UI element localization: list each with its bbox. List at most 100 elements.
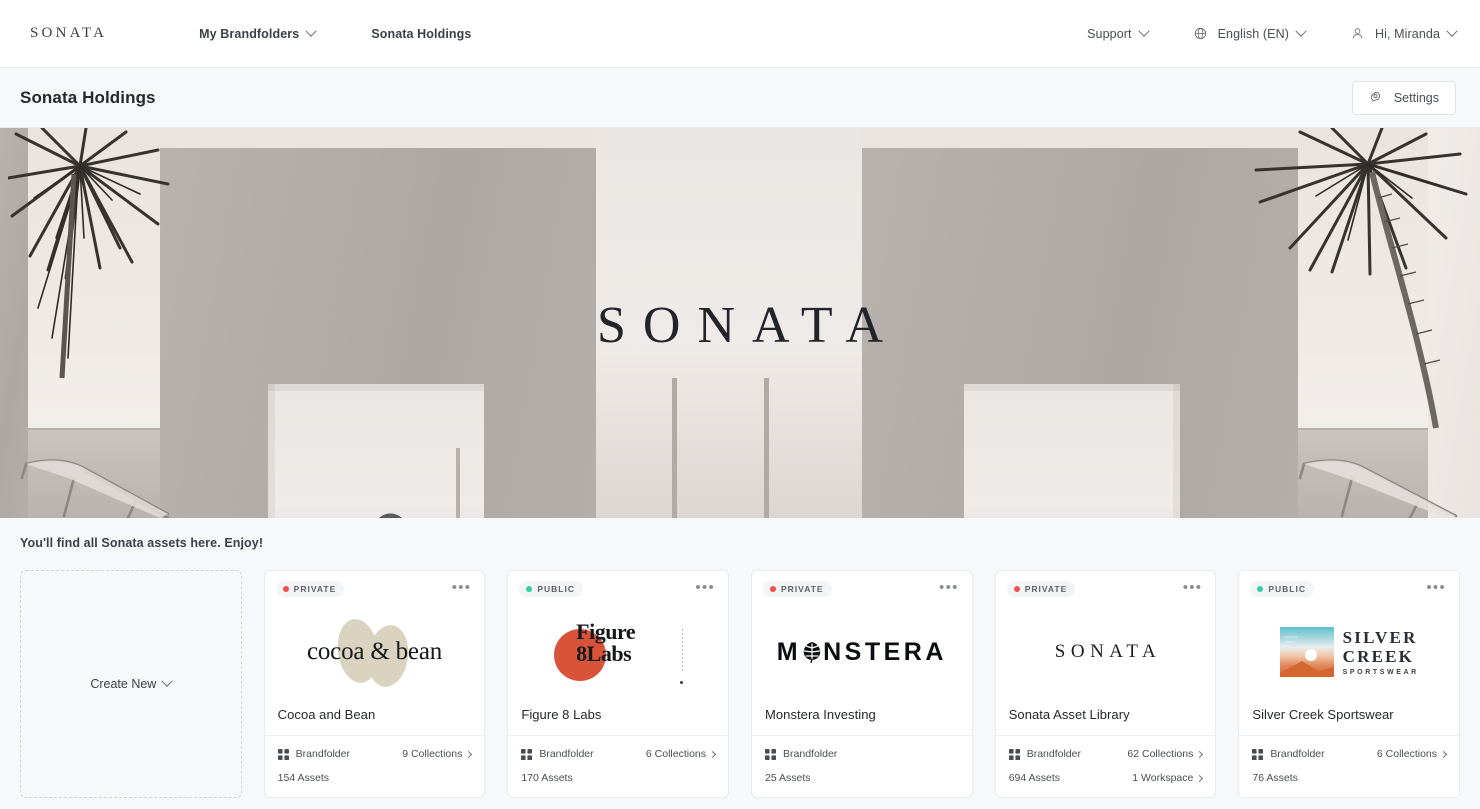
public-dot-icon [526, 586, 533, 592]
status-badge-label: PRIVATE [1024, 584, 1068, 594]
assets-count: 694 Assets [1008, 772, 1061, 784]
status-badge-label: PRIVATE [293, 584, 337, 594]
card-type-label: Brandfolder [1270, 748, 1325, 760]
private-dot-icon [770, 586, 777, 592]
card-header: PUBLIC ••• [508, 571, 728, 597]
card-title: Cocoa and Bean [277, 707, 376, 722]
card-assets-row: 154 Assets [278, 769, 472, 787]
assets-count: 25 Assets [765, 772, 811, 784]
status-badge: PUBLIC [1250, 581, 1314, 597]
page-title: Sonata Holdings [20, 87, 156, 107]
nav-item-label: My Brandfolders [199, 26, 300, 41]
logo-letters-nstera: NSTERA [823, 637, 947, 666]
logo-subline: SPORTSWEAR [1342, 669, 1419, 676]
card-type-row: Brandfolder [765, 745, 959, 763]
logo-line-2: 8Labs [576, 641, 632, 666]
brandfolder-card-monstera-investing[interactable]: PRIVATE ••• M NSTERA Monstera Investing … [751, 570, 973, 798]
workspace-count: 1 Workspace [1132, 772, 1194, 784]
brandfolder-logo: SILVER CREEK SPORTSWEAR [1239, 597, 1459, 707]
nav-item-user-menu[interactable]: Hi, Miranda [1351, 21, 1458, 47]
grid-icon [521, 748, 533, 760]
create-new-label: Create New [90, 677, 157, 691]
card-footer: Brandfolder 62 Collections 694 Assets 1 … [995, 735, 1216, 797]
brandfolder-logo: SONATA [996, 597, 1216, 707]
collections-link[interactable]: 6 Collections [645, 748, 717, 760]
private-dot-icon [1013, 586, 1020, 592]
status-badge-label: PUBLIC [1268, 584, 1306, 594]
grid-icon [1252, 748, 1264, 760]
brandfolder-card-figure-8-labs[interactable]: PUBLIC ••• Figure 8Labs Figure 8 Labs Br [507, 570, 730, 798]
card-assets-row: 25 Assets [765, 769, 959, 787]
hero-palm-left [8, 128, 170, 379]
chevron-down-icon [1295, 25, 1307, 37]
assets-count: 154 Assets [277, 772, 330, 784]
card-footer: Brandfolder 6 Collections 170 Assets [508, 735, 729, 797]
card-type-row: Brandfolder 62 Collections [1008, 745, 1204, 763]
card-footer: Brandfolder 25 Assets [752, 735, 972, 797]
card-type-label: Brandfolder [783, 748, 838, 760]
nav-item-sonata-holdings[interactable]: Sonata Holdings [371, 21, 471, 47]
status-badge: PRIVATE [1006, 581, 1076, 597]
card-options-button[interactable]: ••• [937, 580, 961, 595]
collections-count: 9 Collections [402, 748, 463, 760]
card-type-label: Brandfolder [539, 748, 594, 760]
private-dot-icon [282, 586, 289, 592]
primary-nav: My Brandfolders Sonata Holdings [199, 21, 527, 47]
card-type-row: Brandfolder 6 Collections [521, 745, 717, 763]
brandfolder-logo: cocoa & bean [265, 597, 485, 707]
top-navigation-bar: SONATA My Brandfolders Sonata Holdings S… [0, 0, 1480, 68]
nav-item-support[interactable]: Support [1087, 21, 1150, 47]
status-badge: PRIVATE [275, 581, 345, 597]
create-new-card[interactable]: Create New [20, 570, 242, 798]
brandfolder-logo: Figure 8Labs [508, 597, 728, 707]
chevron-right-icon [1196, 750, 1204, 758]
card-footer: Brandfolder 6 Collections 76 Assets [1239, 735, 1460, 797]
nav-item-my-brandfolders[interactable]: My Brandfolders [199, 21, 317, 47]
hero-window-right-reveal-side [1173, 384, 1180, 518]
card-type-label: Brandfolder [1026, 748, 1081, 760]
collections-link[interactable]: 6 Collections [1377, 748, 1448, 760]
chevron-down-icon [1446, 25, 1458, 37]
logo-letter-m: M [776, 637, 802, 666]
user-icon [1351, 27, 1364, 40]
brand-logo[interactable]: SONATA [30, 25, 107, 42]
card-options-button[interactable]: ••• [1424, 580, 1448, 595]
grid-icon [765, 748, 777, 760]
card-title: Figure 8 Labs [521, 707, 602, 722]
workspaces-link[interactable]: 1 Workspace [1132, 772, 1204, 784]
card-header: PRIVATE ••• [265, 571, 485, 597]
logo-line-1: SILVER [1342, 628, 1418, 647]
brandfolder-card-cocoa-and-bean[interactable]: PRIVATE ••• cocoa & bean Cocoa and Bean … [263, 570, 486, 798]
chevron-down-icon [305, 25, 317, 37]
status-badge-label: PUBLIC [537, 584, 575, 594]
card-options-button[interactable]: ••• [693, 580, 717, 595]
silver-creek-landscape-icon [1279, 627, 1334, 677]
brandfolder-card-silver-creek-sportswear[interactable]: PUBLIC ••• SILVER CREEK SPORTSWEAR Silve… [1238, 570, 1461, 798]
card-options-button[interactable]: ••• [1181, 580, 1205, 595]
collections-link[interactable]: 62 Collections [1127, 748, 1204, 760]
status-badge: PRIVATE [763, 581, 832, 597]
figure-8-labs-wordmark: Figure 8Labs [576, 621, 635, 665]
settings-button[interactable]: Settings [1351, 80, 1456, 115]
chevron-down-icon [1137, 25, 1150, 37]
brandfolder-card-sonata-asset-library[interactable]: PRIVATE ••• SONATA Sonata Asset Library … [994, 570, 1217, 798]
card-title: Silver Creek Sportswear [1252, 707, 1394, 722]
hero-pole [764, 378, 769, 518]
hero-palm-right [1254, 128, 1468, 429]
card-options-button[interactable]: ••• [450, 580, 474, 595]
collections-link[interactable]: 9 Collections [402, 748, 473, 760]
secondary-nav: Support English (EN) Hi, Miranda [1041, 21, 1458, 47]
chevron-right-icon [1196, 774, 1204, 782]
hero-window-right [964, 384, 1180, 518]
create-new-button[interactable]: Create New [90, 675, 173, 691]
hero-pole [456, 448, 460, 518]
hero-banner: SONATA [0, 128, 1480, 518]
logo-rule-decoration [682, 629, 684, 671]
nav-item-label: Support [1087, 26, 1132, 41]
collections-count: 6 Collections [645, 748, 707, 760]
sonata-logo: SONATA [1054, 641, 1162, 662]
collections-count: 62 Collections [1127, 748, 1194, 760]
card-assets-row: 76 Assets [1252, 769, 1446, 787]
card-assets-row: 694 Assets 1 Workspace [1008, 769, 1204, 787]
nav-item-language[interactable]: English (EN) [1194, 21, 1307, 47]
